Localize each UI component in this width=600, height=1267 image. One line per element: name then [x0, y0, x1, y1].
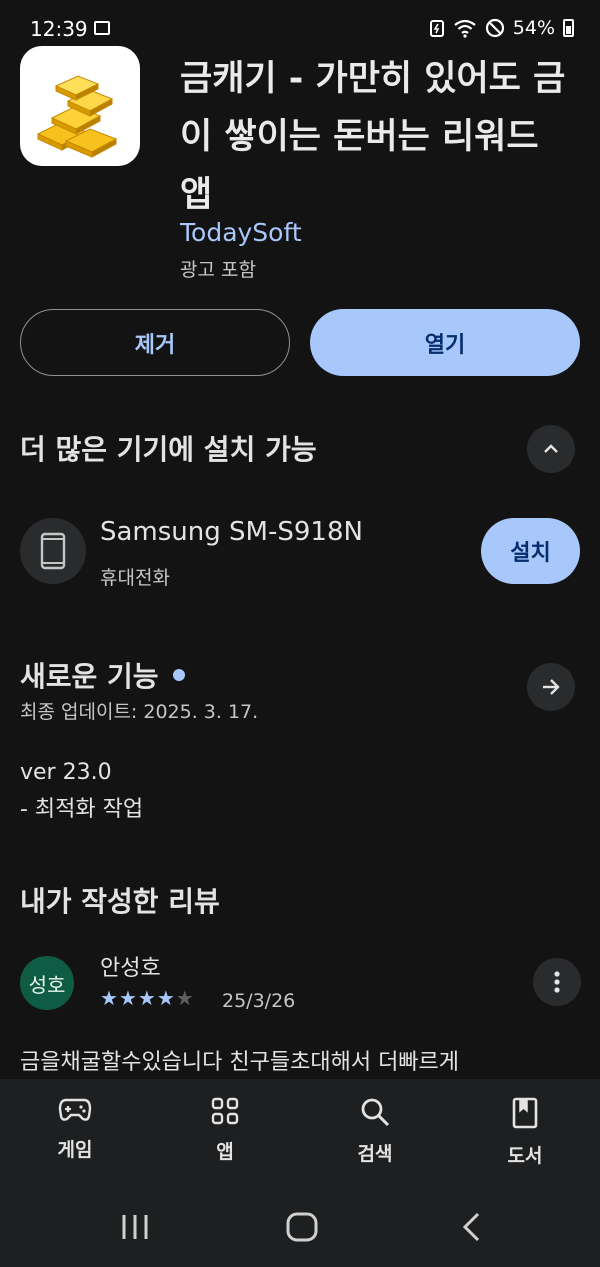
- device-name: Samsung SM-S918N: [100, 517, 363, 547]
- status-indicators: 54%: [429, 17, 574, 39]
- battery-saver-icon: [429, 20, 444, 37]
- new-indicator-dot: [172, 669, 185, 681]
- device-type: 휴대전화: [100, 567, 170, 589]
- rating-stars: ★★★★★: [100, 986, 195, 1010]
- review-more-button[interactable]: [533, 958, 581, 1006]
- book-icon: [512, 1097, 538, 1129]
- star-filled-icon: ★: [118, 986, 138, 1010]
- open-button[interactable]: 열기: [310, 309, 580, 376]
- smartphone-icon: [40, 532, 66, 570]
- star-empty-icon: ★: [175, 986, 195, 1010]
- wifi-icon: [454, 19, 476, 38]
- release-version: ver 23.0: [20, 760, 112, 785]
- app-title: 금캐기 - 가만히 있어도 금이 쌓이는 돈버는 리워드 앱: [180, 59, 566, 215]
- search-icon: [361, 1098, 390, 1127]
- battery-icon: [563, 19, 574, 37]
- my-review-title: 내가 작성한 리뷰: [20, 885, 220, 918]
- do-not-disturb-icon: [485, 18, 504, 38]
- chevron-up-icon: [544, 444, 558, 453]
- device-icon-container: [20, 518, 86, 584]
- app-icon: [20, 46, 140, 166]
- system-nav-bar: [0, 1187, 600, 1267]
- battery-percent: 54%: [512, 17, 555, 39]
- more-devices-title: 더 많은 기기에 설치 가능: [20, 433, 317, 466]
- avatar: 성호: [20, 956, 74, 1010]
- install-button[interactable]: 설치: [481, 518, 580, 584]
- apps-grid-icon: [211, 1097, 239, 1125]
- uninstall-button[interactable]: 제거: [20, 309, 290, 376]
- release-notes: ver 23.0 - 최적화 작업: [20, 754, 143, 828]
- contains-ads-note: 광고 포함: [180, 259, 256, 281]
- review-date: 25/3/26: [222, 990, 296, 1012]
- collapse-button[interactable]: [527, 425, 575, 473]
- nav-item-apps[interactable]: 앱: [175, 1097, 275, 1164]
- developer-link[interactable]: TodaySoft: [180, 218, 302, 247]
- gamepad-icon: [58, 1098, 92, 1121]
- nav-label-games: 게임: [57, 1139, 93, 1161]
- nav-item-books[interactable]: 도서: [475, 1097, 575, 1168]
- arrow-right-icon: [543, 679, 560, 695]
- back-icon[interactable]: [460, 1212, 484, 1242]
- star-filled-icon: ★: [156, 986, 176, 1010]
- star-filled-icon: ★: [137, 986, 157, 1010]
- nav-item-search[interactable]: 검색: [325, 1097, 425, 1166]
- whats-new-arrow-button[interactable]: [527, 663, 575, 711]
- recent-apps-icon[interactable]: [120, 1213, 150, 1241]
- gold-bars-icon: [36, 75, 118, 158]
- release-note-line: - 최적화 작업: [20, 797, 144, 822]
- nav-label-apps: 앱: [216, 1141, 234, 1163]
- nav-item-games[interactable]: 게임: [25, 1097, 125, 1162]
- whats-new-title: 새로운 기능: [20, 660, 159, 693]
- more-vert-icon: [554, 971, 560, 993]
- home-icon[interactable]: [286, 1212, 318, 1242]
- last-updated: 최종 업데이트: 2025. 3. 17.: [20, 701, 259, 723]
- status-time: 12:39: [30, 17, 88, 41]
- review-text: 금을채굴할수있습니다 친구들초대해서 더빠르게: [20, 1050, 460, 1075]
- nav-label-books: 도서: [507, 1145, 543, 1167]
- whats-new-header[interactable]: 새로운 기능: [20, 655, 185, 695]
- nav-label-search: 검색: [357, 1143, 393, 1165]
- image-notification-icon: [94, 21, 110, 35]
- star-filled-icon: ★: [100, 986, 119, 1010]
- reviewer-name: 안성호: [100, 956, 161, 981]
